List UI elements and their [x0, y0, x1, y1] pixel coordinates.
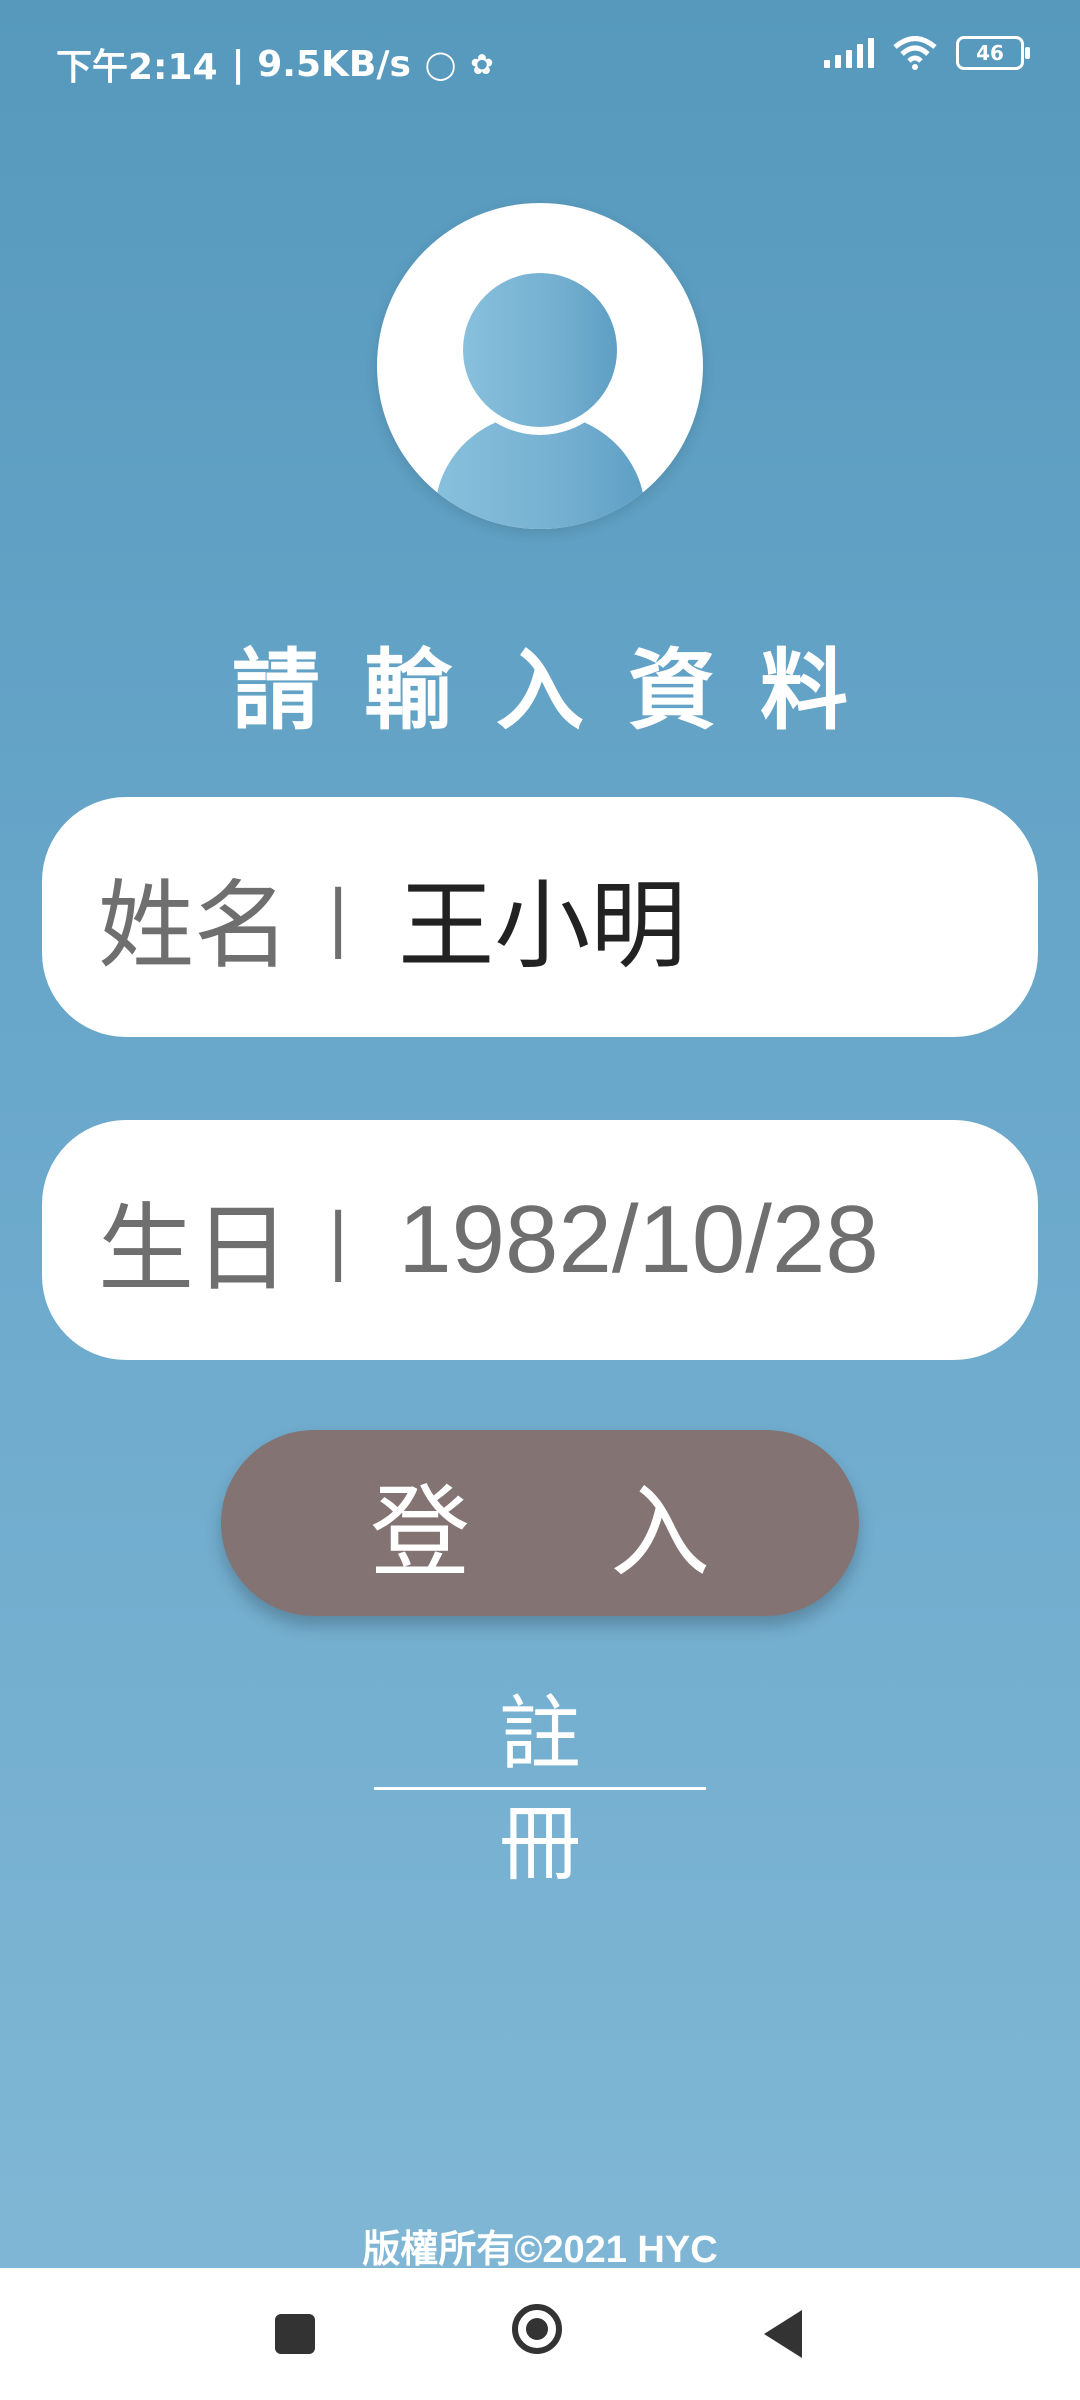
wifi-icon	[893, 36, 937, 70]
birthday-value[interactable]: 1982/10/28	[398, 1185, 878, 1295]
recent-apps-icon[interactable]	[275, 2314, 315, 2354]
name-label: 姓名	[98, 869, 290, 982]
name-value[interactable]: 王小明	[398, 848, 686, 987]
battery-icon: 46	[956, 36, 1030, 70]
name-separator: |	[326, 875, 351, 959]
birthday-label: 生日	[98, 1192, 290, 1305]
avatar	[377, 203, 703, 529]
navigation-bar	[0, 2268, 1080, 2400]
page-title: 請輸入資料	[231, 639, 892, 742]
signal-icon	[824, 38, 874, 68]
birthday-field[interactable]: 生日 | 1982/10/28	[42, 1120, 1038, 1360]
status-bar: 下午2:14 | 9.5KB/s ◯ ✿ 46	[0, 0, 1080, 120]
name-field[interactable]: 姓名 | 王小明	[42, 797, 1038, 1037]
notification-icon: ✿	[470, 47, 494, 81]
network-speed: | 9.5KB/s	[231, 43, 411, 85]
back-icon[interactable]	[764, 2310, 802, 2358]
login-button[interactable]: 登入	[221, 1430, 859, 1616]
sim-icon: ◯	[424, 47, 457, 81]
status-right: 46	[824, 36, 1030, 70]
copyright-text: 版權所有©2021 HYC	[362, 2229, 718, 2271]
avatar-head	[455, 265, 625, 435]
birthday-separator: |	[326, 1198, 351, 1282]
register-link[interactable]: 註冊	[374, 1680, 706, 1892]
home-icon[interactable]	[512, 2304, 562, 2354]
status-left: 下午2:14 | 9.5KB/s ◯ ✿	[56, 38, 494, 90]
clock: 下午2:14	[56, 47, 218, 88]
battery-level: 46	[976, 41, 1004, 65]
